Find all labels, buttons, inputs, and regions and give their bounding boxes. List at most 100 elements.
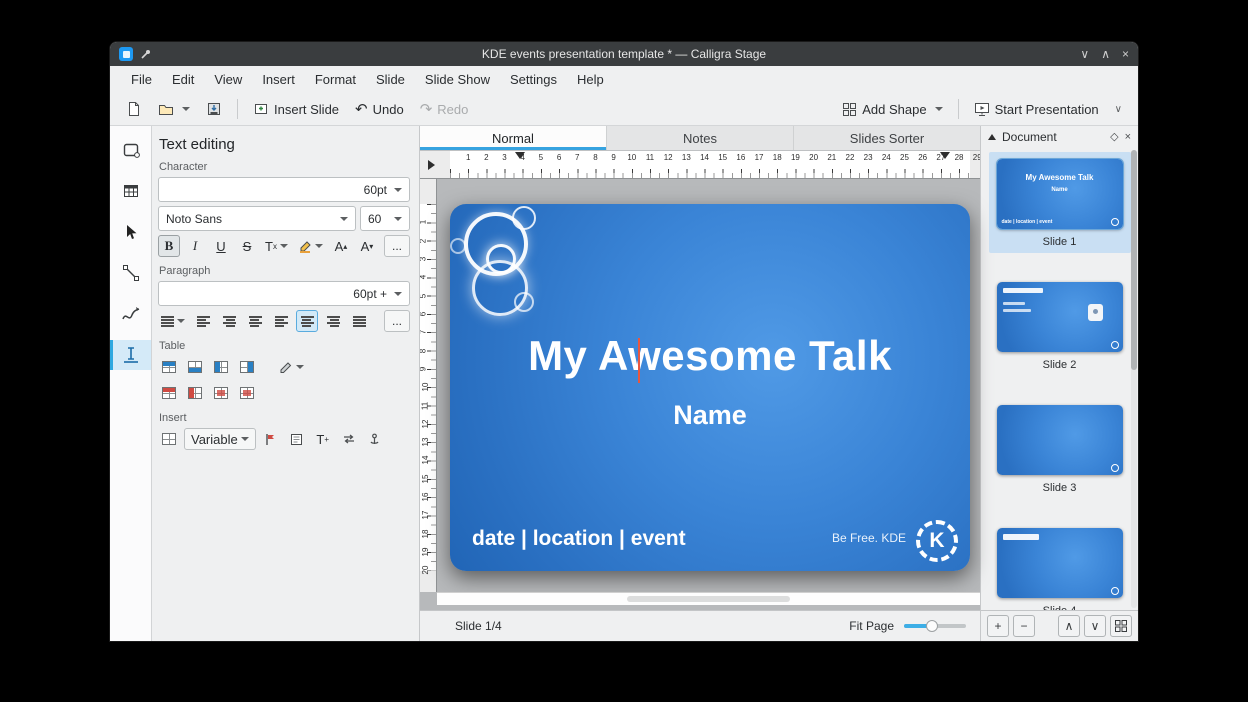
indent-marker-icon[interactable]	[515, 152, 525, 159]
align-justify-button[interactable]	[348, 310, 370, 332]
tab-slides-sorter[interactable]: Slides Sorter	[794, 126, 980, 150]
font-family-select[interactable]: Noto Sans	[158, 206, 356, 231]
menu-settings[interactable]: Settings	[501, 69, 566, 90]
connector-tool[interactable]	[110, 258, 151, 288]
dock-bottom-toolbar: + − ∧ ∨	[981, 610, 1138, 641]
text-frame-button[interactable]	[286, 428, 308, 450]
menu-slide[interactable]: Slide	[367, 69, 414, 90]
previous-slide-button[interactable]: ∧	[1058, 615, 1080, 637]
thumbnail-slide-4[interactable]: Slide 4	[989, 521, 1131, 610]
table-border-pen-button[interactable]	[276, 356, 307, 378]
anchor-button[interactable]	[364, 428, 386, 450]
add-shape-button[interactable]: Add Shape	[836, 98, 948, 121]
next-slide-button[interactable]: ∨	[1084, 615, 1106, 637]
menu-edit[interactable]: Edit	[163, 69, 203, 90]
menu-file[interactable]: File	[122, 69, 161, 90]
menu-help[interactable]: Help	[568, 69, 613, 90]
horizontal-scrollbar-thumb[interactable]	[627, 596, 790, 602]
character-style-select[interactable]: 60pt	[158, 177, 410, 202]
special-character-button[interactable]: T+	[312, 428, 334, 450]
start-presentation-button[interactable]: Start Presentation	[968, 98, 1105, 121]
insert-column-left-button[interactable]	[210, 356, 232, 378]
slide-canvas[interactable]: 1234567891011121314151617181920 My Aweso…	[420, 179, 980, 610]
text-tool[interactable]	[110, 340, 151, 370]
highlight-color-button[interactable]	[295, 235, 326, 257]
underline-button[interactable]: U	[210, 235, 232, 257]
horizontal-ruler[interactable]: 1234567891011121314151617181920212223242…	[420, 151, 980, 179]
split-cells-button[interactable]	[236, 382, 258, 404]
slide-sorter-button[interactable]	[1110, 615, 1132, 637]
dock-pin-icon[interactable]	[988, 134, 996, 140]
dock-scrollbar-thumb[interactable]	[1131, 150, 1137, 370]
toolbar-overflow-button[interactable]: ∨	[1109, 100, 1128, 119]
text-style-button[interactable]: Tx	[262, 235, 291, 257]
menu-format[interactable]: Format	[306, 69, 365, 90]
bookmark-button[interactable]	[260, 428, 282, 450]
thumbnail-slide-1[interactable]: My Awesome Talk Name date | location | e…	[989, 152, 1131, 253]
align-right-button[interactable]	[322, 310, 344, 332]
font-size-select[interactable]: 60	[360, 206, 410, 231]
freehand-path-tool[interactable]	[110, 299, 151, 329]
maximize-button[interactable]: ∧	[1101, 48, 1110, 60]
slide-footer-text[interactable]: date | location | event	[472, 527, 686, 551]
right-indent-marker-icon[interactable]	[940, 152, 950, 159]
bullet-list-button[interactable]	[244, 310, 266, 332]
variable-dropdown[interactable]: Variable	[184, 428, 256, 450]
thumbnail-slide-2[interactable]: Slide 2	[989, 275, 1131, 376]
merge-cells-button[interactable]	[210, 382, 232, 404]
open-document-button[interactable]	[152, 97, 196, 121]
more-paragraph-options-button[interactable]: ...	[384, 310, 410, 332]
decrease-indent-button[interactable]	[192, 310, 214, 332]
basic-shape-tool[interactable]	[110, 135, 151, 165]
slide-title-text[interactable]: My Awesome Talk	[450, 332, 970, 380]
table-tool[interactable]	[110, 176, 151, 206]
insert-slide-button[interactable]: Insert Slide	[247, 97, 345, 121]
document-dock-header[interactable]: Document ◇ ×	[981, 126, 1138, 148]
save-button[interactable]	[200, 97, 228, 121]
menu-insert[interactable]: Insert	[253, 69, 304, 90]
slide-subtitle-text[interactable]: Name	[450, 400, 970, 431]
align-left-button[interactable]	[270, 310, 292, 332]
strikethrough-button[interactable]: S	[236, 235, 258, 257]
dock-scrollbar[interactable]	[1131, 150, 1137, 608]
thumbnail-slide-3[interactable]: Slide 3	[989, 398, 1131, 499]
delete-row-button[interactable]	[158, 382, 180, 404]
dock-float-icon[interactable]: ◇	[1110, 132, 1118, 143]
open-recent-chevron-icon[interactable]	[182, 107, 190, 111]
vertical-ruler[interactable]: 1234567891011121314151617181920	[420, 179, 437, 592]
new-document-button[interactable]	[120, 97, 148, 121]
menu-slide-show[interactable]: Slide Show	[416, 69, 499, 90]
delete-column-button[interactable]	[184, 382, 206, 404]
insert-row-above-button[interactable]	[158, 356, 180, 378]
line-spacing-button[interactable]	[158, 310, 188, 332]
insert-row-below-button[interactable]	[184, 356, 206, 378]
zoom-mode-label[interactable]: Fit Page	[849, 619, 894, 633]
swap-button[interactable]	[338, 428, 360, 450]
more-character-options-button[interactable]: ...	[384, 235, 410, 257]
dock-close-icon[interactable]: ×	[1125, 132, 1131, 143]
redo-button[interactable]: ↷ Redo	[414, 98, 475, 121]
paragraph-style-select[interactable]: 60pt +	[158, 281, 410, 306]
add-slide-button[interactable]: +	[987, 615, 1009, 637]
slide-page[interactable]: My Awesome Talk Name date | location | e…	[450, 204, 970, 571]
horizontal-scrollbar[interactable]	[437, 592, 980, 605]
insert-column-right-button[interactable]	[236, 356, 258, 378]
align-center-button[interactable]	[296, 310, 318, 332]
menu-view[interactable]: View	[205, 69, 251, 90]
selection-tool[interactable]	[110, 217, 151, 247]
bold-button[interactable]: B	[158, 235, 180, 257]
increase-indent-button[interactable]	[218, 310, 240, 332]
undo-button[interactable]: ↶ Undo	[349, 98, 410, 121]
titlebar[interactable]: KDE events presentation template * — Cal…	[110, 42, 1138, 66]
tab-normal[interactable]: Normal	[420, 126, 607, 150]
zoom-slider-knob[interactable]	[926, 620, 938, 632]
tab-notes[interactable]: Notes	[607, 126, 794, 150]
zoom-slider[interactable]	[904, 624, 966, 628]
italic-button[interactable]: I	[184, 235, 206, 257]
remove-slide-button[interactable]: −	[1013, 615, 1035, 637]
insert-variable-icon-button[interactable]	[158, 428, 180, 450]
grow-font-button[interactable]: A▴	[330, 235, 352, 257]
minimize-button[interactable]: ∨	[1080, 48, 1089, 60]
shrink-font-button[interactable]: A▾	[356, 235, 378, 257]
close-button[interactable]: ×	[1122, 48, 1129, 60]
